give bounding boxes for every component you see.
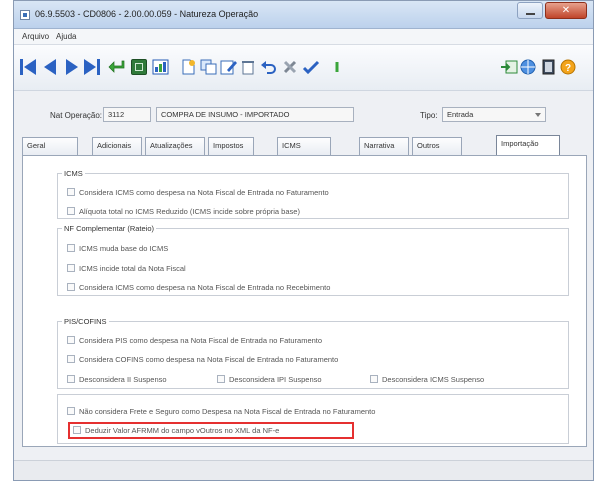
return-icon[interactable] <box>108 59 125 75</box>
app-icon <box>20 10 30 20</box>
last-record-icon[interactable] <box>84 59 100 75</box>
tab-outros[interactable]: Outros <box>412 137 462 155</box>
icms-despesa-faturamento-checkbox[interactable]: Considera ICMS como despesa na Nota Fisc… <box>67 188 329 197</box>
checkbox-label: Considera ICMS como despesa na Nota Fisc… <box>79 283 331 292</box>
window-title: 06.9.5503 - CD0806 - 2.00.00.059 - Natur… <box>35 9 259 19</box>
menu-ajuda[interactable]: Ajuda <box>56 32 76 41</box>
nf-complementar-title: NF Complementar (Rateio) <box>64 224 155 233</box>
tab-atualizacoes[interactable]: Atualizações <box>145 137 205 155</box>
notebook-icon[interactable] <box>540 59 556 75</box>
nao-considera-frete-checkbox[interactable]: Não considera Frete e Seguro como Despes… <box>67 407 375 416</box>
checkbox-label: Desconsidera II Suspenso <box>79 375 167 384</box>
tools-icon[interactable] <box>282 59 298 75</box>
delete-icon[interactable] <box>240 59 256 75</box>
checkbox-box[interactable] <box>67 244 75 253</box>
save-check-icon[interactable] <box>302 59 320 75</box>
previous-record-icon[interactable] <box>42 59 58 75</box>
tab-narrativa[interactable]: Narrativa <box>359 137 409 155</box>
checkbox-label: ICMS incide total da Nota Fiscal <box>79 264 186 273</box>
checkbox-label: ICMS muda base do ICMS <box>79 244 169 253</box>
tab-importacao[interactable]: Importação <box>496 135 560 155</box>
checkbox-box[interactable] <box>67 188 75 197</box>
menu-arquivo[interactable]: Arquivo <box>22 32 49 41</box>
pis-cofins-title: PIS/COFINS <box>64 317 107 326</box>
icms-incide-total-checkbox[interactable]: ICMS incide total da Nota Fiscal <box>67 264 186 273</box>
web-icon[interactable] <box>520 59 536 75</box>
pis-despesa-checkbox[interactable]: Considera PIS como despesa na Nota Fisca… <box>67 336 322 345</box>
close-button[interactable]: ✕ <box>545 2 587 19</box>
checkbox-label: Desconsidera IPI Suspenso <box>229 375 322 384</box>
help-icon[interactable]: ? <box>560 59 576 75</box>
tab-bar: Geral Adicionais Atualizações Impostos I… <box>22 135 585 155</box>
title-bar[interactable]: 06.9.5503 - CD0806 - 2.00.00.059 - Natur… <box>14 1 593 29</box>
checkbox-box[interactable] <box>67 207 75 216</box>
tipo-label: Tipo: <box>420 111 438 120</box>
main-window: 06.9.5503 - CD0806 - 2.00.00.059 - Natur… <box>13 0 594 481</box>
tab-impostos[interactable]: Impostos <box>208 137 254 155</box>
menu-bar: Arquivo Ajuda <box>14 29 593 45</box>
checkbox-box[interactable] <box>67 407 75 416</box>
checkbox-box[interactable] <box>370 375 378 384</box>
svg-text:?: ? <box>565 63 571 74</box>
checkbox-box[interactable] <box>67 355 75 364</box>
checkbox-label: Desconsidera ICMS Suspenso <box>382 375 485 384</box>
icms-aliquota-total-checkbox[interactable]: Alíquota total no ICMS Reduzido (ICMS in… <box>67 207 300 216</box>
checkbox-box[interactable] <box>67 264 75 273</box>
first-record-icon[interactable] <box>20 59 36 75</box>
checkbox-label: Considera COFINS como despesa na Nota Fi… <box>79 355 339 364</box>
copy-icon[interactable] <box>200 59 217 75</box>
checkbox-label: Considera ICMS como despesa na Nota Fisc… <box>79 188 329 197</box>
edit-icon[interactable] <box>220 59 237 75</box>
desconsidera-ipi-checkbox[interactable]: Desconsidera IPI Suspenso <box>217 375 322 384</box>
checkbox-label: Alíquota total no ICMS Reduzido (ICMS in… <box>79 207 300 216</box>
checkbox-box[interactable] <box>67 375 75 384</box>
desconsidera-icms-checkbox[interactable]: Desconsidera ICMS Suspenso <box>370 375 484 384</box>
icms-muda-base-checkbox[interactable]: ICMS muda base do ICMS <box>67 244 168 253</box>
undo-icon[interactable] <box>260 59 276 75</box>
nat-operacao-label: Nat Operação: <box>50 111 103 120</box>
chart-icon[interactable] <box>152 59 169 75</box>
tab-adicionais[interactable]: Adicionais <box>92 137 142 155</box>
chevron-down-icon <box>535 113 541 117</box>
desconsidera-ii-checkbox[interactable]: Desconsidera II Suspenso <box>67 375 167 384</box>
tab-icms[interactable]: ICMS <box>277 137 331 155</box>
grid-view-icon[interactable] <box>131 59 147 75</box>
status-bar <box>14 460 593 480</box>
new-document-icon[interactable] <box>180 59 196 75</box>
icms-despesa-recebimento-checkbox[interactable]: Considera ICMS como despesa na Nota Fisc… <box>67 283 330 292</box>
nat-description-field[interactable]: COMPRA DE INSUMO - IMPORTADO <box>156 107 354 122</box>
left-strip <box>0 0 13 481</box>
nat-code-field[interactable]: 3112 <box>103 107 151 122</box>
icms-group-title: ICMS <box>64 169 83 178</box>
cofins-despesa-checkbox[interactable]: Considera COFINS como despesa na Nota Fi… <box>67 355 338 364</box>
tipo-select[interactable]: Entrada <box>442 107 546 122</box>
checkbox-box[interactable] <box>67 283 75 292</box>
next-record-icon[interactable] <box>64 59 80 75</box>
tipo-select-value: Entrada <box>447 110 474 119</box>
export-icon[interactable] <box>500 59 518 75</box>
highlight-box <box>68 422 354 439</box>
refresh-icon[interactable] <box>330 59 346 75</box>
checkbox-box[interactable] <box>217 375 225 384</box>
toolbar: ? <box>14 45 593 91</box>
header-fields: Nat Operação: 3112 COMPRA DE INSUMO - IM… <box>14 91 593 137</box>
checkbox-box[interactable] <box>67 336 75 345</box>
minimize-button[interactable] <box>517 2 543 19</box>
checkbox-label: Não considera Frete e Seguro como Despes… <box>79 407 376 416</box>
importacao-panel: ICMS Considera ICMS como despesa na Nota… <box>22 155 587 447</box>
tab-geral[interactable]: Geral <box>22 137 78 155</box>
checkbox-label: Considera PIS como despesa na Nota Fisca… <box>79 336 323 345</box>
